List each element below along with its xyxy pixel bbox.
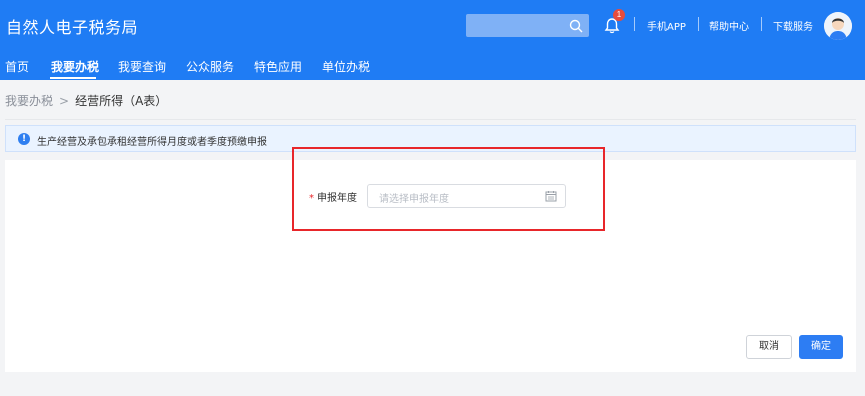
year-label-text: 申报年度	[317, 193, 357, 204]
breadcrumb: 我要办税 > 经营所得（A表）	[5, 92, 167, 109]
site-title: 自然人电子税务局	[6, 18, 139, 37]
header-divider	[761, 17, 762, 31]
download-service-link[interactable]: 下载服务	[773, 18, 813, 33]
active-nav-indicator	[50, 77, 96, 79]
nav-tax-handling[interactable]: 我要办税	[51, 58, 99, 75]
user-avatar[interactable]	[824, 12, 852, 40]
confirm-button[interactable]: 确定	[799, 335, 843, 359]
header-divider	[698, 17, 699, 31]
nav-special-apps[interactable]: 特色应用	[254, 58, 302, 75]
breadcrumb-divider	[5, 119, 856, 120]
top-header: 自然人电子税务局 1 手机APP 帮助中心 下载服务 首页 我要办税 我要查询 …	[0, 0, 865, 80]
nav-query[interactable]: 我要查询	[118, 58, 166, 75]
help-center-link[interactable]: 帮助中心	[709, 18, 749, 33]
search-icon[interactable]	[569, 19, 583, 33]
nav-home[interactable]: 首页	[5, 58, 29, 75]
year-picker-placeholder: 请选择申报年度	[379, 194, 449, 205]
cancel-button[interactable]: 取消	[746, 335, 792, 359]
avatar-icon	[824, 12, 852, 40]
breadcrumb-current: 经营所得（A表）	[75, 94, 168, 108]
mobile-app-link[interactable]: 手机APP	[647, 18, 686, 33]
year-field-label: * 申报年度	[309, 189, 357, 204]
info-icon: !	[18, 133, 30, 145]
header-divider	[634, 17, 635, 31]
required-mark: *	[309, 193, 314, 204]
breadcrumb-separator: >	[59, 94, 70, 108]
nav-public-service[interactable]: 公众服务	[186, 58, 234, 75]
year-picker-input[interactable]: 请选择申报年度	[367, 184, 566, 208]
info-text: 生产经营及承包承租经营所得月度或者季度预缴申报	[37, 137, 267, 148]
calendar-icon[interactable]	[545, 190, 557, 202]
search-box[interactable]	[466, 14, 589, 37]
nav-unit-tax[interactable]: 单位办税	[322, 58, 370, 75]
breadcrumb-parent[interactable]: 我要办税	[5, 94, 53, 108]
notification-badge: 1	[613, 9, 625, 21]
